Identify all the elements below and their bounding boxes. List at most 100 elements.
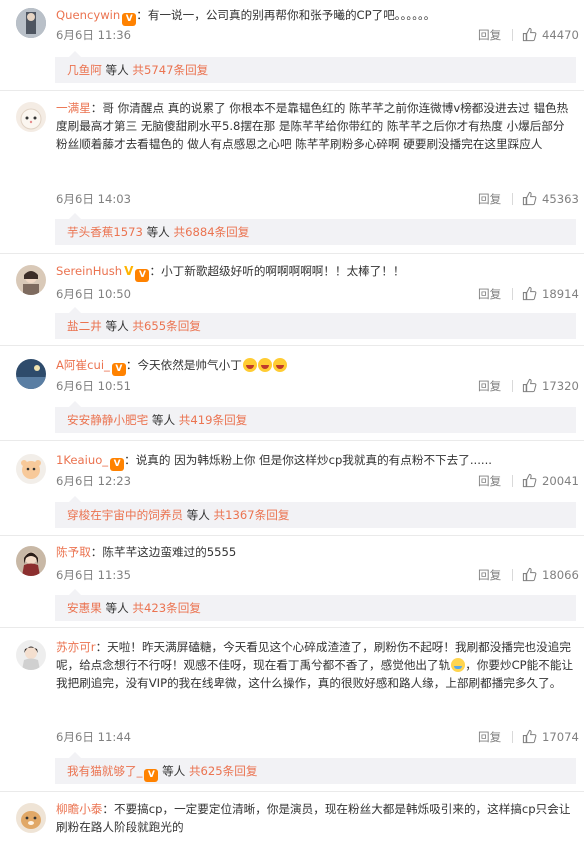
reply-button[interactable]: 回复	[478, 190, 501, 208]
comment-text: 一满星：哥 你清醒点 真的说累了 你根本不是靠韫色红的 陈芊芊之前你连微博v榜都…	[56, 99, 576, 153]
divider	[512, 288, 513, 300]
reply-button[interactable]: 回复	[478, 285, 501, 303]
reply-user-link[interactable]: 我有猫就够了_	[67, 764, 142, 778]
separator	[0, 440, 584, 441]
laughing-emoji-icon	[257, 358, 272, 372]
username[interactable]: 一满星	[56, 101, 91, 115]
reply-summary-text: 等人	[162, 764, 186, 778]
username[interactable]: 柳瞻小泰	[56, 802, 102, 816]
avatar[interactable]	[16, 8, 46, 38]
separator	[0, 90, 584, 91]
avatar[interactable]	[16, 546, 46, 576]
comment-body: ：有一说一，公司真的别再帮你和张予曦的CP了吧。。。。。。	[136, 8, 436, 22]
laughing-emoji-icon	[242, 358, 257, 372]
like-count: 44470	[542, 28, 579, 42]
reply-summary-text: 等人	[146, 225, 170, 239]
reply-button[interactable]: 回复	[478, 728, 501, 746]
reply-summary[interactable]: 安惠果 等人 共423条回复	[55, 589, 576, 621]
comment-meta: 6月6日 12:23 回复 20041	[56, 472, 579, 490]
comment-text: A阿崔cui_ V ：今天依然是帅气小丁	[56, 356, 576, 376]
divider	[512, 475, 513, 487]
reply-count-link[interactable]: 共625条回复	[189, 764, 258, 778]
thumbs-up-icon[interactable]	[522, 27, 537, 42]
reply-count-link[interactable]: 共5747条回复	[132, 63, 208, 77]
reply-user-link[interactable]: 几鱼阿	[67, 63, 102, 77]
reply-summary-text: 等人	[105, 601, 129, 615]
reply-summary[interactable]: 我有猫就够了_ V 等人 共625条回复	[55, 752, 576, 784]
username[interactable]: Quencywin	[56, 8, 120, 22]
reply-summary-text: 等人	[105, 319, 129, 333]
reply-summary[interactable]: 安安静静小肥宅 等人 共419条回复	[55, 401, 576, 433]
avatar[interactable]	[16, 803, 46, 833]
comment-text: 1Keaiuo_ V ：说真的 因为韩烁粉上你 但是你这样炒cp我就真的有点粉不下去…	[56, 451, 576, 471]
avatar[interactable]	[16, 454, 46, 484]
avatar[interactable]	[16, 640, 46, 670]
separator	[0, 535, 584, 536]
reply-summary[interactable]: 几鱼阿 等人 共5747条回复	[55, 51, 576, 83]
reply-summary[interactable]: 穿梭在宇宙中的饲养员 等人 共1367条回复	[55, 496, 576, 528]
comment-meta: 6月6日 11:44 回复 17074	[56, 728, 579, 746]
comment-meta: 6月6日 14:03 回复 45363	[56, 190, 579, 208]
reply-summary[interactable]: 芋头香蕉1573 等人 共6884条回复	[55, 213, 576, 245]
like-count: 45363	[542, 192, 579, 206]
timestamp: 6月6日 14:03	[56, 192, 132, 206]
reply-count-link[interactable]: 共419条回复	[179, 413, 248, 427]
separator	[0, 253, 584, 254]
comment-body: ：说真的 因为韩烁粉上你 但是你这样炒cp我就真的有点粉不下去了......	[124, 453, 492, 467]
reply-summary-text: 等人	[105, 63, 129, 77]
comment-meta: 6月6日 10:51 回复 17320	[56, 377, 579, 395]
like-count: 20041	[542, 474, 579, 488]
reply-count-link[interactable]: 共6884条回复	[173, 225, 249, 239]
reply-button[interactable]: 回复	[478, 472, 501, 490]
comment-meta: 6月6日 11:36 回复 44470	[56, 26, 579, 44]
username[interactable]: A阿崔cui_	[56, 358, 110, 372]
reply-count-link[interactable]: 共655条回复	[132, 319, 201, 333]
comment-body: ：今天依然是帅气小丁	[125, 358, 242, 372]
like-count: 17074	[542, 730, 579, 744]
avatar[interactable]	[16, 265, 46, 295]
divider	[512, 569, 513, 581]
username[interactable]: 苏亦可r	[56, 640, 96, 654]
thumbs-up-icon[interactable]	[522, 286, 537, 301]
member-badge-icon: V	[111, 363, 126, 376]
avatar[interactable]	[16, 102, 46, 132]
username[interactable]: 1Keaiuo_	[56, 453, 108, 467]
thumbs-up-icon[interactable]	[522, 473, 537, 488]
reply-summary[interactable]: 盐二井 等人 共655条回复	[55, 307, 576, 339]
separator	[0, 627, 584, 628]
reply-count-link[interactable]: 共1367条回复	[214, 508, 290, 522]
reply-user-link[interactable]: 安安静静小肥宅	[67, 413, 148, 427]
reply-button[interactable]: 回复	[478, 377, 501, 395]
separator	[0, 345, 584, 346]
reply-count-link[interactable]: 共423条回复	[132, 601, 201, 615]
reply-user-link[interactable]: 安惠果	[67, 601, 102, 615]
separator	[0, 791, 584, 792]
divider	[512, 193, 513, 205]
like-count: 17320	[542, 379, 579, 393]
timestamp: 6月6日 11:35	[56, 568, 132, 582]
timestamp: 6月6日 11:44	[56, 730, 132, 744]
timestamp: 6月6日 12:23	[56, 474, 132, 488]
comment-text: 陈予取：陈芊芊这边蛮难过的5555	[56, 543, 576, 561]
avatar[interactable]	[16, 359, 46, 389]
reply-button[interactable]: 回复	[478, 26, 501, 44]
reply-user-link[interactable]: 盐二井	[67, 319, 102, 333]
thumbs-up-icon[interactable]	[522, 729, 537, 744]
username[interactable]: SereinHush	[56, 264, 122, 278]
comment-text: Quencywin V ：有一说一，公司真的别再帮你和张予曦的CP了吧。。。。。。	[56, 6, 576, 26]
member-badge-icon: V	[144, 769, 159, 782]
comment-text: 柳瞻小泰：不要搞cp，一定要定位清晰，你是演员，现在粉丝大都是韩烁吸引来的，这样…	[56, 800, 576, 836]
reply-button[interactable]: 回复	[478, 566, 501, 584]
reply-summary-text: 等人	[151, 413, 176, 427]
timestamp: 6月6日 10:51	[56, 379, 132, 393]
username[interactable]: 陈予取	[56, 545, 91, 559]
divider	[512, 29, 513, 41]
thumbs-up-icon[interactable]	[522, 378, 537, 393]
comment-meta: 6月6日 10:50 回复 18914	[56, 285, 579, 303]
reply-user-link[interactable]: 穿梭在宇宙中的饲养员	[67, 508, 183, 522]
divider	[512, 731, 513, 743]
reply-user-link[interactable]: 芋头香蕉1573	[67, 225, 143, 239]
member-badge-icon: V	[135, 269, 150, 282]
thumbs-up-icon[interactable]	[522, 191, 537, 206]
thumbs-up-icon[interactable]	[522, 567, 537, 582]
